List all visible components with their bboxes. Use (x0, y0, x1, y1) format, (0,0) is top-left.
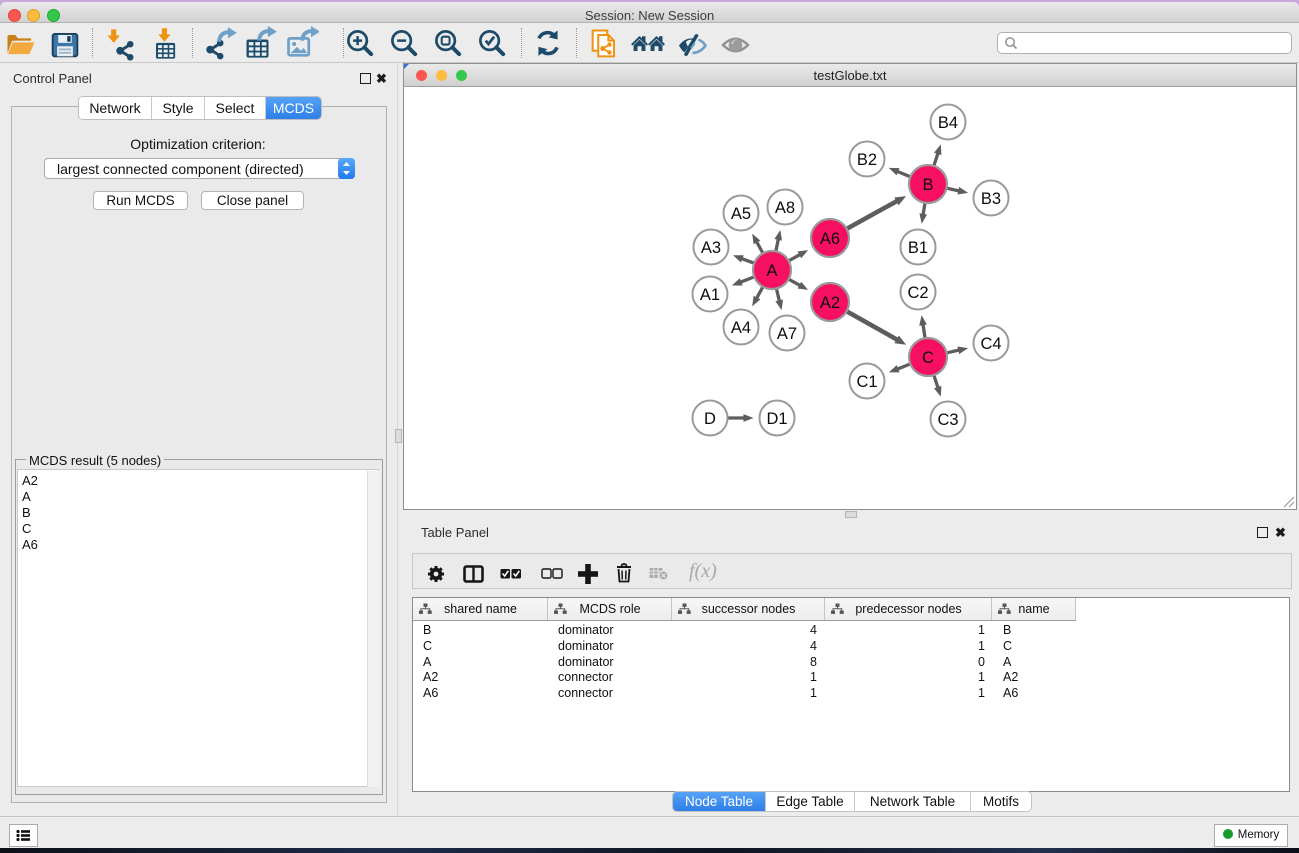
svg-text:D1: D1 (766, 410, 787, 428)
svg-text:B2: B2 (857, 151, 877, 169)
svg-text:A8: A8 (775, 199, 795, 217)
svg-text:B: B (922, 176, 933, 194)
svg-text:C4: C4 (980, 335, 1001, 353)
svg-text:A5: A5 (731, 205, 751, 223)
svg-text:A: A (766, 262, 777, 280)
svg-text:B4: B4 (938, 114, 958, 132)
svg-text:B1: B1 (908, 239, 928, 257)
svg-text:A4: A4 (731, 319, 751, 337)
svg-text:B3: B3 (981, 190, 1001, 208)
svg-text:C2: C2 (907, 284, 928, 302)
svg-text:C3: C3 (937, 411, 958, 429)
svg-text:A7: A7 (777, 325, 797, 343)
svg-text:C: C (922, 349, 934, 367)
svg-text:A1: A1 (700, 286, 720, 304)
svg-text:C1: C1 (856, 373, 877, 391)
svg-text:A6: A6 (820, 230, 840, 248)
svg-text:A2: A2 (820, 294, 840, 312)
svg-text:A3: A3 (701, 239, 721, 257)
svg-text:D: D (704, 410, 716, 428)
